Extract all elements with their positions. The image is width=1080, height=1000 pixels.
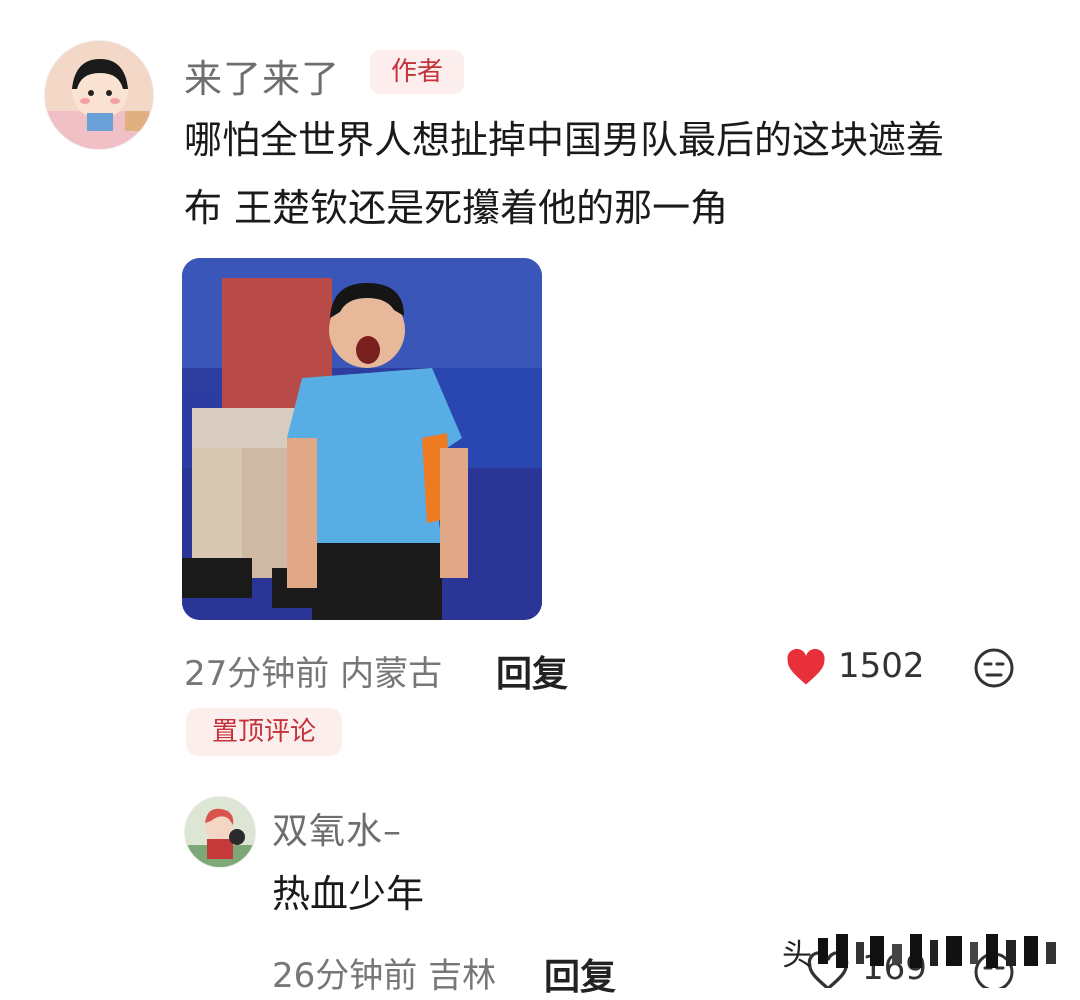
- reply-reply-button[interactable]: 回复: [544, 948, 616, 1000]
- author-name[interactable]: 来了来了: [184, 48, 340, 103]
- platform-watermark: 头: [782, 930, 1072, 974]
- comment-image[interactable]: [182, 258, 542, 620]
- author-avatar[interactable]: [44, 40, 154, 150]
- replier-name[interactable]: 双氧水–: [272, 802, 402, 854]
- pinned-comment-badge: 置顶评论: [186, 708, 342, 756]
- comment-text-line1: 哪怕全世界人想扯掉中国男队最后的这块遮羞: [184, 118, 945, 162]
- watermark-text: 头: [782, 938, 812, 973]
- reply-text: 热血少年: [272, 872, 425, 916]
- replier-avatar[interactable]: [184, 796, 256, 868]
- meh-face-icon[interactable]: [972, 646, 1016, 690]
- reply-button[interactable]: 回复: [496, 645, 568, 697]
- author-badge: 作者: [370, 50, 464, 94]
- watermark-bars-icon: [818, 934, 1056, 968]
- heart-icon[interactable]: [784, 646, 828, 690]
- like-count: 1502: [838, 646, 925, 686]
- reply-meta: 26分钟前 吉林: [272, 956, 497, 996]
- comment-meta: 27分钟前 内蒙古: [184, 654, 443, 694]
- comment-text-line2: 布 王楚钦还是死攥着他的那一角: [184, 186, 729, 230]
